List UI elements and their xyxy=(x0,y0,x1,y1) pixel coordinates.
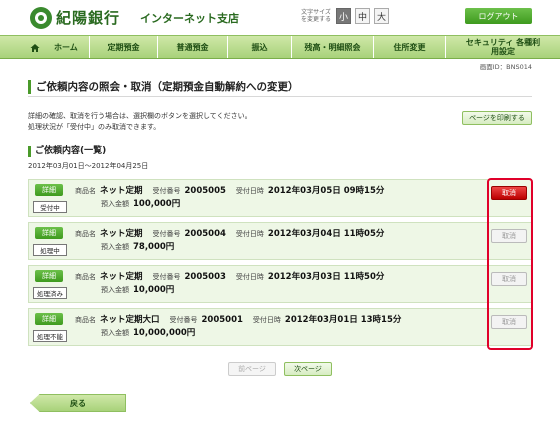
textsize-medium-button[interactable]: 中 xyxy=(355,8,370,24)
product-value: ネット定期 xyxy=(100,272,143,282)
bank-name: 紀陽銀行 xyxy=(56,9,121,27)
logout-button[interactable]: ログアウト xyxy=(465,8,532,24)
receipt-no-value: 2005003 xyxy=(184,272,226,282)
nav-time-deposit[interactable]: 定期預金 xyxy=(90,36,158,58)
deposit-value: 10,000円 xyxy=(133,285,175,295)
list-item: 詳細 処理済み 商品名 ネット定期 受付番号 2005003 受付日時 2012… xyxy=(28,265,532,303)
receipt-date-label: 受付日時 xyxy=(252,316,281,324)
receipt-date-value: 2012年03月05日 09時15分 xyxy=(267,186,385,196)
product-label: 商品名 xyxy=(75,230,96,238)
deposit-label: 預入金額 xyxy=(101,243,129,251)
textsize-small-button[interactable]: 小 xyxy=(336,8,351,24)
receipt-no-value: 2005004 xyxy=(184,229,226,239)
product-label: 商品名 xyxy=(75,273,96,281)
back-button[interactable]: 戻る xyxy=(30,394,126,412)
nav-address-change[interactable]: 住所変更 xyxy=(374,36,446,58)
description: 詳細の確認、取消を行う場合は、選択欄のボタンを選択してください。 処理状況が「受… xyxy=(28,111,252,133)
list-item: 詳細 処理不能 商品名 ネット定期大口 受付番号 2005001 受付日時 20… xyxy=(28,308,532,346)
deposit-label: 預入金額 xyxy=(101,329,129,337)
status-badge: 受付中 xyxy=(33,201,67,213)
date-range: 2012年03月01日〜2012年04月25日 xyxy=(28,162,149,170)
receipt-date-label: 受付日時 xyxy=(235,230,264,238)
deposit-value: 10,000,000円 xyxy=(133,328,196,338)
textsize-large-button[interactable]: 大 xyxy=(374,8,389,24)
product-value: ネット定期 xyxy=(100,186,143,196)
deposit-label: 預入金額 xyxy=(101,286,129,294)
bank-logo-icon xyxy=(30,6,52,29)
row-line-1: 商品名 ネット定期大口 受付番号 2005001 受付日時 2012年03月01… xyxy=(75,313,411,325)
status-badge: 処理中 xyxy=(33,244,67,256)
row-line-2: 預入金額 100,000円 xyxy=(101,197,190,209)
row-line-2: 預入金額 10,000円 xyxy=(101,283,184,295)
detail-button[interactable]: 詳細 xyxy=(35,227,63,239)
deposit-label: 預入金額 xyxy=(101,200,129,208)
receipt-date-label: 受付日時 xyxy=(235,187,264,195)
detail-button[interactable]: 詳細 xyxy=(35,270,63,282)
product-value: ネット定期 xyxy=(100,229,143,239)
cancel-column-highlight xyxy=(487,178,533,350)
row-line-1: 商品名 ネット定期 受付番号 2005003 受付日時 2012年03月03日 … xyxy=(75,270,394,282)
row-line-1: 商品名 ネット定期 受付番号 2005005 受付日時 2012年03月05日 … xyxy=(75,184,394,196)
nav-security-settings[interactable]: セキュリティ 各種利用設定 xyxy=(446,36,560,58)
status-badge: 処理不能 xyxy=(33,330,67,342)
detail-button[interactable]: 詳細 xyxy=(35,184,63,196)
receipt-no-label: 受付番号 xyxy=(152,187,181,195)
receipt-no-label: 受付番号 xyxy=(152,273,181,281)
receipt-no-value: 2005005 xyxy=(184,186,226,196)
screen-id: 画面ID：BNS014 xyxy=(479,63,532,71)
nav-ordinary-deposit[interactable]: 普通預金 xyxy=(158,36,228,58)
list-item: 詳細 処理中 商品名 ネット定期 受付番号 2005004 受付日時 2012年… xyxy=(28,222,532,260)
receipt-date-label: 受付日時 xyxy=(235,273,264,281)
list-item: 詳細 受付中 商品名 ネット定期 受付番号 2005005 受付日時 2012年… xyxy=(28,179,532,217)
product-label: 商品名 xyxy=(75,316,96,324)
nav-transfer[interactable]: 振込 xyxy=(228,36,292,58)
detail-button[interactable]: 詳細 xyxy=(35,313,63,325)
page-title: ご依頼内容の照会・取消（定期預金自動解約への変更） xyxy=(28,80,532,94)
main-nav: ホーム 定期預金 普通預金 振込 残高・明細照会 住所変更 セキュリティ 各種利… xyxy=(0,35,560,59)
receipt-no-label: 受付番号 xyxy=(152,230,181,238)
row-line-1: 商品名 ネット定期 受付番号 2005004 受付日時 2012年03月04日 … xyxy=(75,227,394,239)
receipt-no-value: 2005001 xyxy=(201,315,243,325)
bank-logo: 紀陽銀行 xyxy=(30,5,120,30)
nav-balance-inquiry[interactable]: 残高・明細照会 xyxy=(292,36,374,58)
header: 紀陽銀行 インターネット支店 文字サイズを変更する 小 中 大 ログアウト xyxy=(0,0,560,34)
receipt-no-label: 受付番号 xyxy=(169,316,198,324)
section-title: ご依頼内容(一覧) xyxy=(28,146,106,157)
next-page-button[interactable]: 次ページ xyxy=(284,362,332,376)
textsize-label: 文字サイズを変更する xyxy=(300,9,331,23)
print-page-button[interactable]: ページを印刷する xyxy=(462,111,532,125)
title-divider xyxy=(28,96,532,97)
receipt-date-value: 2012年03月03日 11時50分 xyxy=(267,272,385,282)
receipt-date-value: 2012年03月04日 11時05分 xyxy=(267,229,385,239)
row-line-2: 預入金額 10,000,000円 xyxy=(101,326,205,338)
row-line-2: 預入金額 78,000円 xyxy=(101,240,184,252)
branch-name: インターネット支店 xyxy=(140,12,239,25)
deposit-value: 78,000円 xyxy=(133,242,175,252)
description-line-1: 詳細の確認、取消を行う場合は、選択欄のボタンを選択してください。 xyxy=(28,112,252,120)
description-line-2: 処理状況が「受付中」のみ取消できます。 xyxy=(28,123,161,131)
deposit-value: 100,000円 xyxy=(133,199,181,209)
status-badge: 処理済み xyxy=(33,287,67,299)
home-icon xyxy=(30,44,40,52)
product-label: 商品名 xyxy=(75,187,96,195)
nav-home-label: ホーム xyxy=(54,42,78,52)
prev-page-button[interactable]: 前ページ xyxy=(228,362,276,376)
nav-home[interactable]: ホーム xyxy=(0,36,90,58)
textsize-selector: 文字サイズを変更する 小 中 大 xyxy=(300,8,389,24)
receipt-date-value: 2012年03月01日 13時15分 xyxy=(284,315,402,325)
product-value: ネット定期大口 xyxy=(100,315,160,325)
